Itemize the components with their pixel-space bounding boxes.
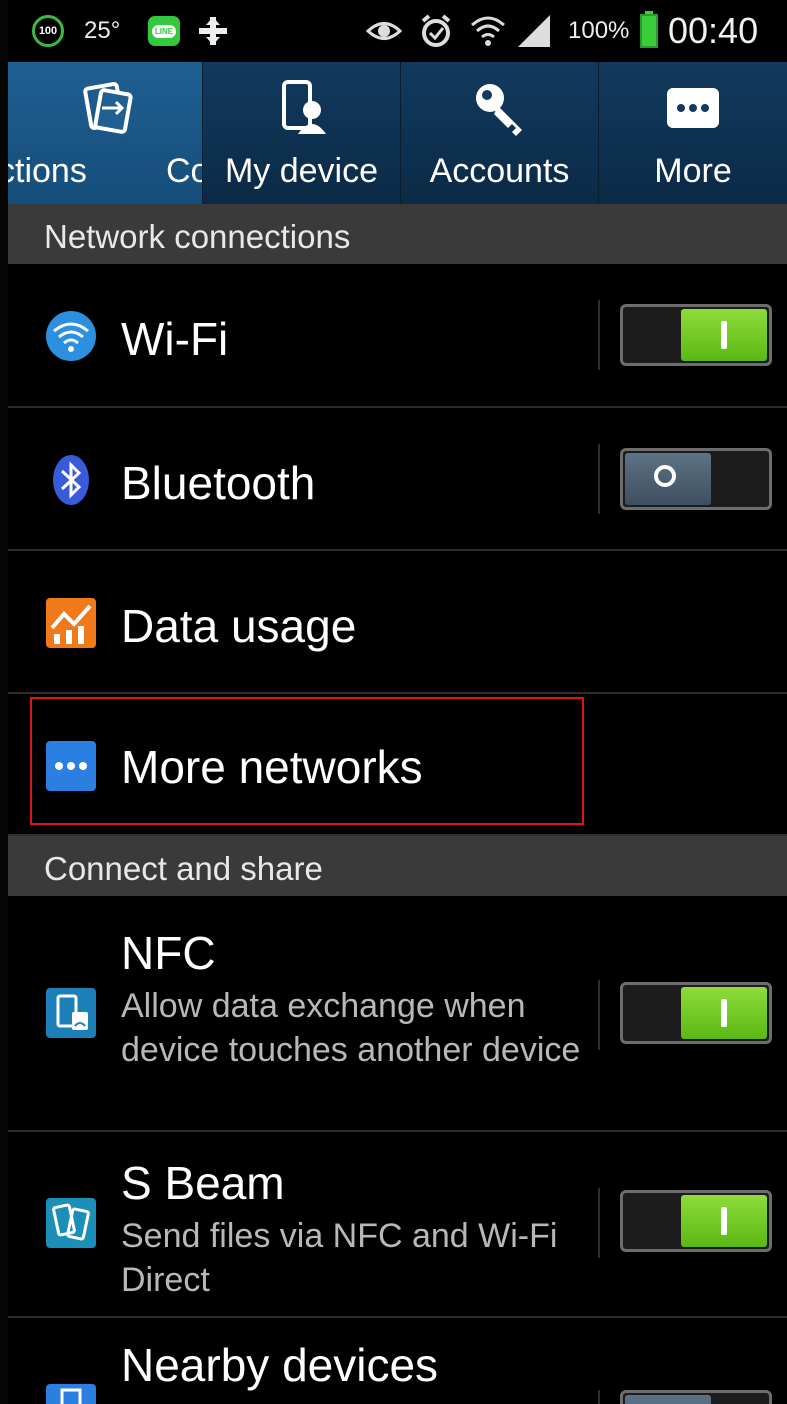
status-bar: 100 25° LINE 100% 00:40 xyxy=(8,0,787,62)
tab-connections[interactable]: ctions Co xyxy=(8,62,203,204)
battery-saver-icon: 100 xyxy=(32,0,64,62)
s-beam-toggle[interactable] xyxy=(620,1190,772,1252)
wifi-status-icon xyxy=(470,0,506,62)
setting-row-bluetooth[interactable]: Bluetooth xyxy=(8,408,787,551)
bluetooth-toggle[interactable] xyxy=(620,448,772,510)
settings-tab-bar: ctions Co My device Accounts Mor xyxy=(8,62,787,204)
my-device-icon xyxy=(281,80,326,134)
setting-row-more-networks[interactable]: More networks xyxy=(8,694,787,836)
temperature-text: 25° xyxy=(84,17,121,44)
setting-row-wifi[interactable]: Wi-Fi xyxy=(8,264,787,408)
more-dots-icon xyxy=(667,88,719,128)
accounts-key-icon xyxy=(475,84,522,136)
alarm-clock-icon xyxy=(418,0,454,62)
tab-more[interactable]: More xyxy=(599,62,787,204)
section-header-connect-share: Connect and share xyxy=(8,836,787,896)
connections-icon xyxy=(83,82,133,134)
smart-stay-eye-icon xyxy=(366,0,402,62)
setting-row-nfc[interactable]: NFC Allow data exchange when device touc… xyxy=(8,896,787,1132)
bluetooth-icon xyxy=(53,455,89,505)
setting-row-s-beam[interactable]: S Beam Send files via NFC and Wi-Fi Dire… xyxy=(8,1132,787,1318)
signal-strength-icon xyxy=(516,0,552,62)
wifi-toggle[interactable] xyxy=(620,304,772,366)
settings-screen: 100 25° LINE 100% 00:40 tions C My devic… xyxy=(0,0,787,1404)
data-usage-icon xyxy=(46,598,96,648)
nearby-devices-icon xyxy=(46,1384,96,1404)
setting-row-nearby-devices[interactable]: Nearby devices xyxy=(8,1318,787,1404)
more-networks-icon xyxy=(46,741,96,791)
data-transfer-icon xyxy=(196,0,230,62)
nearby-devices-toggle[interactable] xyxy=(620,1390,772,1404)
wifi-icon xyxy=(46,311,96,361)
s-beam-icon xyxy=(46,1198,96,1248)
tab-accounts[interactable]: Accounts xyxy=(401,62,599,204)
battery-percent-text: 100% xyxy=(568,17,630,44)
setting-row-data-usage[interactable]: Data usage xyxy=(8,551,787,694)
tab-my-device[interactable]: My device xyxy=(203,62,401,204)
battery-icon xyxy=(640,0,658,62)
nfc-toggle[interactable] xyxy=(620,982,772,1044)
line-app-icon: LINE xyxy=(148,0,180,62)
nfc-icon xyxy=(46,988,96,1038)
section-header-network: Network connections xyxy=(8,204,787,264)
clock-text: 00:40 xyxy=(668,10,759,51)
